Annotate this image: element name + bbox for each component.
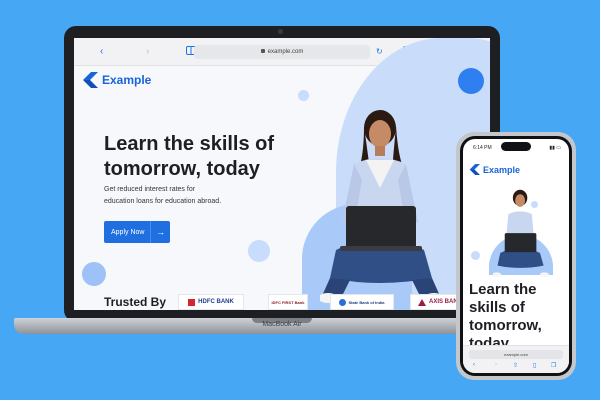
url-text: example.com (504, 352, 528, 357)
axis-logo-icon (417, 298, 426, 306)
partner-logo-hdfc: HDFC BANK (178, 294, 244, 310)
phone-brand-logo[interactable]: Example (469, 164, 520, 175)
sbi-logo-icon (339, 298, 347, 306)
decorative-circle (471, 251, 480, 260)
chevron-left-icon[interactable]: ‹ (473, 362, 475, 368)
reload-icon[interactable]: ↻ (376, 46, 383, 58)
chevron-left-icon[interactable]: ‹ (100, 46, 103, 58)
website: Example Learn the skills of tomorrow, to… (74, 38, 490, 310)
decorative-circle (248, 240, 270, 262)
trusted-by-heading: Trusted By (104, 295, 167, 309)
phone-address-bar[interactable]: example.com (469, 350, 563, 359)
address-bar[interactable]: example.com (194, 45, 370, 59)
partner-logo-sbi: State Bank of India (330, 294, 394, 310)
status-time: 6:14 PM (473, 145, 492, 151)
partner-name: IDFC FIRST Bank (271, 299, 305, 305)
phone-mockup: 6:14 PM ▮▮ ▭ Example Learn the skills of… (456, 132, 576, 380)
dynamic-island (501, 142, 531, 151)
signal-battery-icon: ▮▮ ▭ (549, 145, 561, 151)
phone-bezel: 6:14 PM ▮▮ ▭ Example Learn the skills of… (460, 136, 572, 376)
tabs-icon[interactable]: ❐ (551, 362, 556, 369)
share-icon[interactable]: ⇧ (513, 362, 518, 369)
hero-subtitle: Get reduced interest rates for education… (104, 186, 222, 205)
decorative-circle (298, 90, 309, 101)
laptop-screen: ‹ › example.com ↻ + (74, 38, 490, 310)
bookmarks-icon[interactable]: ▯ (533, 362, 536, 369)
brand-name: Example (102, 73, 152, 87)
partner-name: HDFC BANK (198, 299, 234, 305)
student-with-laptop-image (320, 110, 444, 303)
logo-icon (469, 164, 480, 175)
chevron-right-icon[interactable]: › (495, 362, 497, 368)
arrow-right-icon: → (150, 221, 170, 243)
apply-now-label: Apply Now (111, 228, 145, 236)
partner-name: State Bank of India (348, 299, 385, 305)
lock-icon (260, 49, 265, 54)
hdfc-logo-icon (188, 298, 196, 306)
apply-now-button[interactable]: Apply Now → (104, 221, 170, 243)
camera-icon (278, 29, 283, 34)
decorative-circle (458, 68, 484, 94)
student-with-laptop-image (493, 189, 549, 277)
phone-browser-bar: example.com ‹ › ⇧ ▯ ❐ (463, 345, 569, 373)
url-text: example.com (267, 49, 304, 55)
phone-screen: 6:14 PM ▮▮ ▭ Example Learn the skills of… (463, 139, 569, 373)
logo-icon (82, 72, 98, 88)
brand-name: Example (483, 164, 521, 175)
hero-title: Learn the skills of tomorrow, today (104, 133, 275, 180)
decorative-circle (82, 262, 106, 286)
brand-logo[interactable]: Example (82, 72, 151, 88)
partner-logo-idfc: IDFC FIRST Bank (268, 294, 308, 310)
phone-hero-title: Learn the skills of tomorrow, today (469, 281, 542, 352)
chevron-right-icon[interactable]: › (146, 46, 149, 58)
